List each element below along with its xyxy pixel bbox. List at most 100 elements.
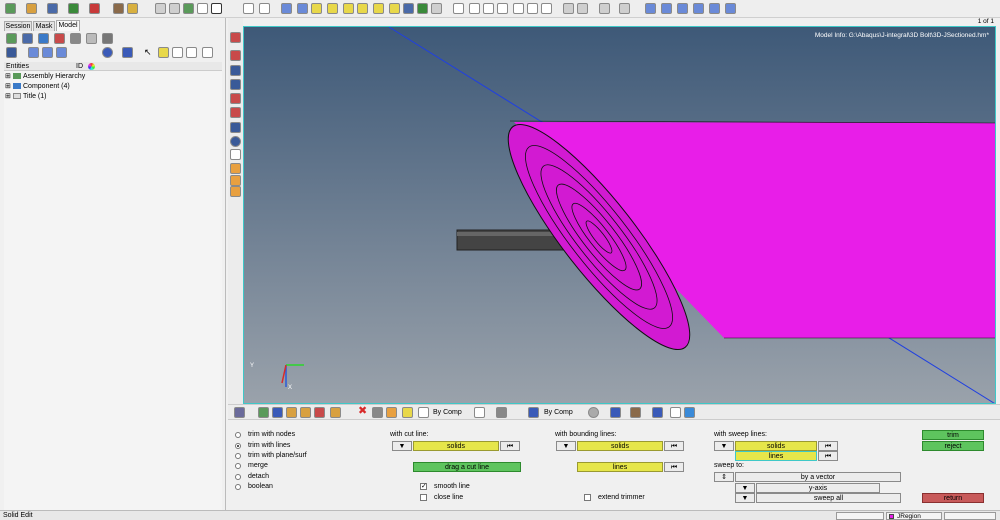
pane-3-icon[interactable]: [677, 3, 688, 14]
return-button[interactable]: return: [922, 493, 984, 503]
tab-session[interactable]: Session: [4, 21, 32, 31]
close-line-checkbox[interactable]: [420, 494, 427, 501]
user-icon[interactable]: [113, 3, 124, 14]
filter-icon[interactable]: [56, 47, 67, 58]
sweep-vector-toggle-button[interactable]: ⇕: [714, 472, 734, 482]
undo-icon[interactable]: [155, 3, 166, 14]
list-icon[interactable]: [6, 47, 17, 58]
sweep-all-button[interactable]: sweep all: [756, 493, 901, 503]
sweep-solids-reset-button[interactable]: ⏮: [818, 441, 838, 451]
bounding-lines-selector[interactable]: lines: [577, 462, 663, 472]
radio-button[interactable]: [235, 463, 241, 469]
view-top-icon[interactable]: [389, 3, 400, 14]
reject-button[interactable]: reject: [922, 441, 984, 451]
bounding-solids-selector[interactable]: solids: [577, 441, 663, 451]
close-display-icon[interactable]: ✖: [358, 406, 367, 417]
sweep-lines-reset-button[interactable]: ⏮: [818, 451, 838, 461]
sweep-solids-selector[interactable]: solids: [735, 441, 817, 451]
surface-icon[interactable]: [230, 50, 241, 61]
wire-icon[interactable]: [386, 407, 397, 418]
magnify-icon[interactable]: [469, 3, 480, 14]
view-side-icon[interactable]: [403, 3, 414, 14]
property-icon[interactable]: [38, 33, 49, 44]
label-icon[interactable]: [230, 163, 241, 174]
radio-boolean[interactable]: boolean: [234, 483, 334, 492]
axis-y-icon[interactable]: [327, 3, 338, 14]
radio-button[interactable]: [235, 484, 241, 490]
view-iso-icon[interactable]: [373, 3, 384, 14]
new-icon[interactable]: [197, 3, 208, 14]
solids-toggle-button[interactable]: ▼: [392, 441, 412, 451]
id-column-header[interactable]: ID: [76, 63, 83, 70]
by-vector-button[interactable]: by a vector: [735, 472, 901, 482]
move-icon[interactable]: [483, 3, 494, 14]
radio-trim-with-nodes[interactable]: trim with nodes: [234, 431, 334, 440]
paste-icon[interactable]: [619, 3, 630, 14]
display-icon[interactable]: [577, 3, 588, 14]
zoom-icon[interactable]: [281, 3, 292, 14]
view-icon[interactable]: [357, 3, 368, 14]
component-icon[interactable]: [22, 33, 33, 44]
radio-button[interactable]: [235, 432, 241, 438]
material-display-icon[interactable]: [272, 407, 283, 418]
sweep-all-toggle-button[interactable]: ▼: [735, 493, 755, 503]
info-icon[interactable]: [230, 136, 241, 147]
color-by-select[interactable]: By Comp: [433, 409, 462, 416]
spin-icon[interactable]: [527, 3, 538, 14]
shaded-icon[interactable]: [372, 407, 383, 418]
feature-icon[interactable]: [630, 407, 641, 418]
pane-2-icon[interactable]: [661, 3, 672, 14]
cursor-icon[interactable]: ↖: [144, 48, 152, 57]
branch-icon[interactable]: [402, 407, 413, 418]
view-mode-icon[interactable]: [684, 407, 695, 418]
grey-tool-icon[interactable]: [86, 33, 97, 44]
number-icon[interactable]: [230, 149, 241, 160]
assembly-icon[interactable]: [54, 33, 65, 44]
mesh-icon[interactable]: [230, 65, 241, 76]
assembly-display-icon[interactable]: [300, 407, 311, 418]
display-mode-icon[interactable]: [234, 407, 245, 418]
style-icon[interactable]: [474, 407, 485, 418]
solid-display-icon[interactable]: [610, 407, 621, 418]
tab-mask[interactable]: Mask: [33, 21, 55, 31]
extend-trimmer-checkbox[interactable]: [584, 494, 591, 501]
element-color-select[interactable]: By Comp: [544, 409, 573, 416]
table-icon[interactable]: [102, 33, 113, 44]
axis-z-icon[interactable]: [343, 3, 354, 14]
arrows-icon[interactable]: [297, 3, 308, 14]
expand-toggle-icon[interactable]: ⊞: [5, 92, 11, 100]
radio-merge[interactable]: merge: [234, 462, 334, 471]
smooth-line-checkbox[interactable]: ✓: [420, 483, 427, 490]
label-alt-icon[interactable]: [230, 175, 241, 186]
view-front-icon[interactable]: [417, 3, 428, 14]
line-icon[interactable]: [230, 107, 241, 118]
pane-5-icon[interactable]: [709, 3, 720, 14]
layer-icon[interactable]: [563, 3, 574, 14]
bounding-solids-toggle-button[interactable]: ▼: [556, 441, 576, 451]
color-by-icon[interactable]: [418, 407, 429, 418]
radio-trim-with-plane[interactable]: trim with plane/surf: [234, 452, 334, 461]
load-display-icon[interactable]: [314, 407, 325, 418]
sweep-solids-toggle-button[interactable]: ▼: [714, 441, 734, 451]
sphere-icon[interactable]: [102, 47, 113, 58]
radio-button[interactable]: [235, 474, 241, 480]
eye-icon[interactable]: [172, 47, 183, 58]
cube-icon[interactable]: [122, 47, 133, 58]
transparent-icon[interactable]: [652, 407, 663, 418]
pane-6-icon[interactable]: [725, 3, 736, 14]
radio-button[interactable]: [235, 453, 241, 459]
frame-icon[interactable]: [243, 3, 254, 14]
solid-icon[interactable]: [230, 32, 241, 43]
components-icon[interactable]: [127, 3, 138, 14]
sweep-lines-selector[interactable]: lines: [735, 451, 817, 461]
redo-icon[interactable]: [169, 3, 180, 14]
points-icon[interactable]: [670, 407, 681, 418]
expand-icon[interactable]: [28, 47, 39, 58]
element-color-icon[interactable]: [528, 407, 539, 418]
eye-alt-icon[interactable]: [186, 47, 197, 58]
export-icon[interactable]: [68, 3, 79, 14]
system-display-icon[interactable]: [330, 407, 341, 418]
radio-trim-with-lines[interactable]: trim with lines: [234, 442, 334, 451]
sphere-display-icon[interactable]: [588, 407, 599, 418]
rotate-icon[interactable]: [513, 3, 524, 14]
